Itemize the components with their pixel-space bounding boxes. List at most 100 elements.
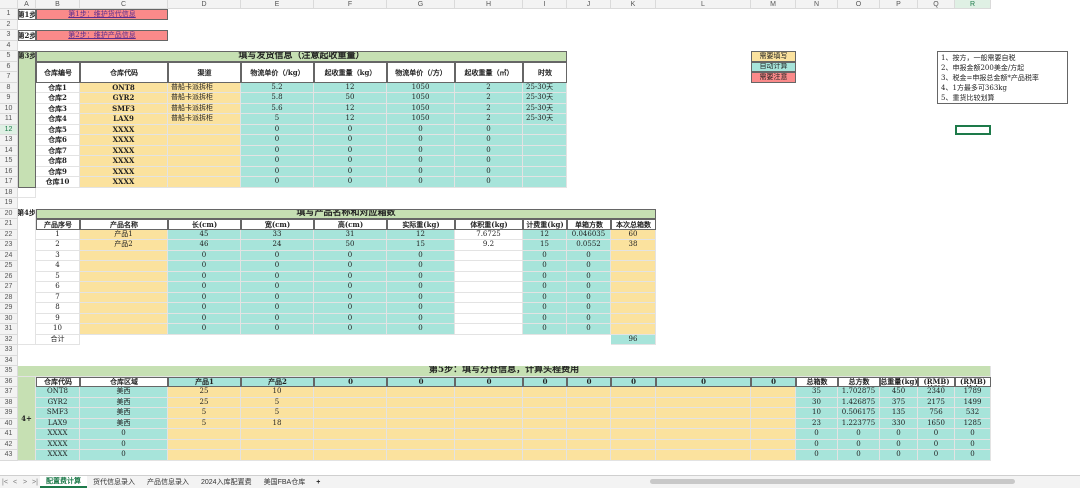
column-header-q[interactable]: Q	[918, 0, 955, 9]
column-header-a[interactable]: A	[18, 0, 36, 9]
product-cell[interactable]: 产品2	[80, 240, 168, 251]
column-header-g[interactable]: G	[387, 0, 455, 9]
row-header-3[interactable]: 3	[0, 30, 18, 41]
shipping-cell[interactable]	[523, 145, 567, 156]
shipping-cell[interactable]: 0	[387, 124, 455, 135]
legend-auto[interactable]: 自动计算	[751, 61, 796, 72]
product-cell[interactable]: 12	[523, 229, 567, 240]
product-cell[interactable]: 0	[241, 282, 314, 293]
allocation-cell[interactable]	[314, 450, 387, 461]
shipping-cell[interactable]: 0	[314, 177, 387, 188]
product-cell[interactable]	[80, 303, 168, 314]
allocation-cell[interactable]: 135	[880, 408, 918, 419]
product-cell[interactable]: 3	[36, 250, 80, 261]
allocation-cell[interactable]	[387, 397, 455, 408]
product-cell[interactable]: 0	[314, 282, 387, 293]
allocation-cell[interactable]: 1789	[955, 387, 991, 398]
allocation-cell[interactable]	[387, 450, 455, 461]
shipping-cell[interactable]: 0	[241, 156, 314, 167]
allocation-cell[interactable]: 18	[241, 418, 314, 429]
allocation-cell[interactable]: 1499	[955, 397, 991, 408]
shipping-cell[interactable]: 1050	[387, 93, 455, 104]
product-cell[interactable]: 0	[168, 282, 241, 293]
prev-sheet-button[interactable]: <	[10, 479, 20, 486]
allocation-header[interactable]: 0	[387, 376, 455, 387]
allocation-cell[interactable]: 0	[918, 439, 955, 450]
shipping-cell[interactable]: 0	[387, 177, 455, 188]
column-header-d[interactable]: D	[168, 0, 241, 9]
shipping-cell[interactable]: 12	[314, 103, 387, 114]
allocation-cell[interactable]	[387, 439, 455, 450]
row-header-29[interactable]: 29	[0, 303, 18, 314]
column-header-r[interactable]: R	[955, 0, 991, 9]
allocation-cell[interactable]	[751, 418, 796, 429]
row-header-39[interactable]: 39	[0, 408, 18, 419]
allocation-cell[interactable]: 330	[880, 418, 918, 429]
product-cell[interactable]: 0	[314, 271, 387, 282]
shipping-cell[interactable]	[168, 166, 241, 177]
product-cell[interactable]: 0	[168, 324, 241, 335]
shipping-cell[interactable]	[523, 166, 567, 177]
shipping-cell[interactable]: XXXX	[80, 135, 168, 146]
allocation-cell[interactable]: 0	[80, 429, 168, 440]
shipping-cell[interactable]: ONT8	[80, 82, 168, 93]
allocation-cell[interactable]: 0	[796, 429, 838, 440]
allocation-cell[interactable]: 1.702875	[838, 387, 880, 398]
allocation-cell[interactable]: 35	[796, 387, 838, 398]
product-cell[interactable]	[455, 261, 523, 272]
allocation-cell[interactable]	[611, 397, 656, 408]
shipping-cell[interactable]: 0	[455, 145, 523, 156]
section-4-title[interactable]: 填写产品名称和对应箱数	[36, 208, 656, 219]
allocation-cell[interactable]: 10	[796, 408, 838, 419]
product-cell[interactable]: 45	[168, 229, 241, 240]
product-cell[interactable]: 0.0552	[567, 240, 611, 251]
allocation-cell[interactable]: 30	[796, 397, 838, 408]
allocation-header[interactable]: 0	[567, 376, 611, 387]
shipping-cell[interactable]: 仓库3	[36, 103, 80, 114]
allocation-cell[interactable]: 0	[918, 429, 955, 440]
row-header-24[interactable]: 24	[0, 250, 18, 261]
shipping-cell[interactable]: XXXX	[80, 124, 168, 135]
allocation-cell[interactable]: XXXX	[36, 450, 80, 461]
step-2-label[interactable]: 第2步	[18, 30, 36, 41]
allocation-cell[interactable]: 0	[918, 450, 955, 461]
product-cell[interactable]: 0	[241, 271, 314, 282]
product-cell[interactable]: 8	[36, 303, 80, 314]
allocation-cell[interactable]	[523, 429, 567, 440]
allocation-cell[interactable]	[751, 439, 796, 450]
shipping-cell[interactable]: 0	[241, 135, 314, 146]
step-2-link[interactable]: 第2步：维护产品信息	[36, 30, 168, 41]
product-cell[interactable]	[455, 303, 523, 314]
allocation-cell[interactable]: 0.506175	[838, 408, 880, 419]
shipping-cell[interactable]: 25-30天	[523, 93, 567, 104]
row-header-37[interactable]: 37	[0, 387, 18, 398]
notes-box[interactable]: 1、按方，一般需要自税 2、申报金额200美金/方起 3、税金=申报总金额*产品税率…	[937, 51, 1068, 104]
shipping-cell[interactable]: 0	[387, 145, 455, 156]
allocation-cell[interactable]	[751, 429, 796, 440]
allocation-cell[interactable]: 0	[796, 450, 838, 461]
allocation-cell[interactable]	[523, 387, 567, 398]
product-cell[interactable]: 5	[36, 271, 80, 282]
product-cell[interactable]: 0	[523, 282, 567, 293]
product-cell[interactable]: 0	[567, 250, 611, 261]
shipping-cell[interactable]	[523, 135, 567, 146]
product-cell[interactable]: 0	[387, 250, 455, 261]
row-header-25[interactable]: 25	[0, 261, 18, 272]
shipping-cell[interactable]: 1050	[387, 103, 455, 114]
product-header[interactable]: 长(cm)	[168, 219, 241, 230]
row-header-23[interactable]: 23	[0, 240, 18, 251]
allocation-cell[interactable]	[455, 429, 523, 440]
product-cell[interactable]	[611, 271, 656, 282]
row-header-36[interactable]: 36	[0, 376, 18, 387]
product-cell[interactable]: 0	[523, 250, 567, 261]
allocation-cell[interactable]	[567, 387, 611, 398]
select-all-corner[interactable]	[0, 0, 18, 9]
allocation-cell[interactable]	[168, 439, 241, 450]
allocation-cell[interactable]: 0	[955, 450, 991, 461]
product-cell[interactable]: 0	[241, 303, 314, 314]
shipping-cell[interactable]: 仓库4	[36, 114, 80, 125]
product-cell[interactable]: 38	[611, 240, 656, 251]
shipping-cell[interactable]	[168, 135, 241, 146]
shipping-cell[interactable]: 2	[455, 93, 523, 104]
shipping-cell[interactable]: 2	[455, 114, 523, 125]
